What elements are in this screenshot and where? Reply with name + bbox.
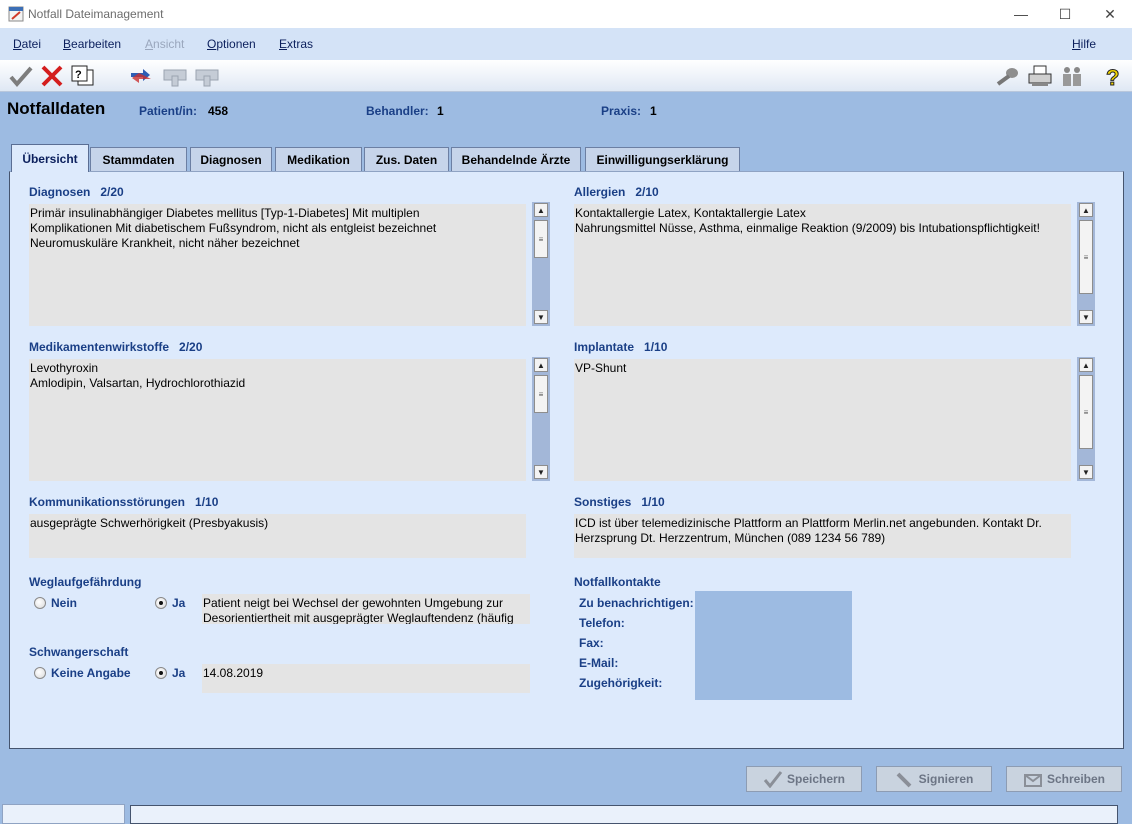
weglauf-label: Weglaufgefährdung <box>29 575 142 589</box>
implantate-label: Implantate 1/10 <box>574 340 668 354</box>
scroll-up-icon[interactable]: ▲ <box>1079 203 1093 217</box>
contact-notify-label: Zu benachrichtigen: <box>579 596 694 610</box>
transfer-icon[interactable] <box>128 64 154 88</box>
scroll-down-icon[interactable]: ▼ <box>1079 465 1093 479</box>
implantate-scrollbar[interactable]: ▲ ≡ ▼ <box>1077 357 1095 481</box>
sonstiges-label: Sonstiges 1/10 <box>574 495 665 509</box>
allergien-scrollbar[interactable]: ▲ ≡ ▼ <box>1077 202 1095 326</box>
scroll-up-icon[interactable]: ▲ <box>1079 358 1093 372</box>
wrench-icon[interactable] <box>995 64 1021 88</box>
tab-zus-daten[interactable]: Zus. Daten <box>364 147 449 171</box>
people-icon[interactable] <box>1059 64 1085 88</box>
close-button[interactable]: ✕ <box>1087 0 1132 28</box>
tab-medikation[interactable]: Medikation <box>275 147 362 171</box>
menu-optionen[interactable]: Optionen <box>207 37 256 51</box>
tab-stammdaten[interactable]: Stammdaten <box>90 147 187 171</box>
help-document-icon[interactable]: ? <box>70 64 96 88</box>
card-icon[interactable] <box>194 64 220 88</box>
kommunikation-label: Kommunikationsstörungen 1/10 <box>29 495 219 509</box>
menu-datei[interactable]: Datei <box>13 37 41 51</box>
status-bar-main <box>130 805 1118 824</box>
praxis-label: Praxis: <box>601 104 642 118</box>
scroll-up-icon[interactable]: ▲ <box>534 203 548 217</box>
minimize-button[interactable]: — <box>998 0 1044 28</box>
schwangerschaft-ja-label[interactable]: Ja <box>172 666 185 680</box>
scroll-thumb[interactable]: ≡ <box>534 220 548 258</box>
question-icon[interactable]: ? <box>1100 64 1126 89</box>
tab-diagnosen[interactable]: Diagnosen <box>190 147 272 171</box>
svg-text:?: ? <box>1106 65 1119 88</box>
medikamente-textarea[interactable]: Levothyroxin Amlodipin, Valsartan, Hydro… <box>29 359 526 481</box>
app-icon <box>8 6 24 22</box>
schwangerschaft-keine-label[interactable]: Keine Angabe <box>51 666 131 680</box>
scroll-thumb[interactable]: ≡ <box>1079 220 1093 294</box>
patient-value: 458 <box>208 104 229 118</box>
sign-button-label: Signieren <box>918 772 974 786</box>
medikamente-label: Medikamentenwirkstoffe 2/20 <box>29 340 203 354</box>
notfallkontakte-label: Notfallkontakte <box>574 575 661 589</box>
weglauf-ja-radio[interactable] <box>155 597 167 609</box>
status-bar-left <box>2 804 125 824</box>
patient-label: Patient/in: <box>139 104 198 118</box>
contact-affiliation-label: Zugehörigkeit: <box>579 676 663 690</box>
menu-bearbeiten[interactable]: Bearbeiten <box>63 37 121 51</box>
pen-icon <box>896 772 912 788</box>
contact-phone-label: Telefon: <box>579 616 625 630</box>
scroll-down-icon[interactable]: ▼ <box>534 310 548 324</box>
contact-details-box[interactable] <box>695 591 852 700</box>
behandler-label: Behandler: <box>366 104 429 118</box>
scroll-thumb[interactable]: ≡ <box>534 375 548 413</box>
schwangerschaft-keine-radio[interactable] <box>34 667 46 679</box>
sign-button[interactable]: Signieren <box>876 766 992 792</box>
menu-ansicht[interactable]: Ansicht <box>145 37 184 51</box>
page-title: Notfalldaten <box>7 99 106 118</box>
menu-hilfe[interactable]: Hilfe <box>1072 37 1096 51</box>
diagnosen-label: Diagnosen 2/20 <box>29 185 124 199</box>
write-button[interactable]: Schreiben <box>1006 766 1122 792</box>
sonstiges-textarea[interactable]: ICD ist über telemedizinische Plattform … <box>574 514 1071 558</box>
schwangerschaft-ja-radio[interactable] <box>155 667 167 679</box>
behandler-value: 1 <box>437 104 444 118</box>
write-button-label: Schreiben <box>1046 772 1106 786</box>
weglauf-nein-label[interactable]: Nein <box>51 596 77 610</box>
save-button[interactable]: Speichern <box>746 766 862 792</box>
scroll-thumb[interactable]: ≡ <box>1079 375 1093 449</box>
printer-icon[interactable] <box>1027 64 1053 88</box>
allergien-label: Allergien 2/10 <box>574 185 659 199</box>
medikamente-scrollbar[interactable]: ▲ ≡ ▼ <box>532 357 550 481</box>
kommunikation-textarea[interactable]: ausgeprägte Schwerhörigkeit (Presbyakusi… <box>29 514 526 558</box>
implantate-textarea[interactable]: VP-Shunt <box>574 359 1071 481</box>
weglauf-textarea[interactable]: Patient neigt bei Wechsel der gewohnten … <box>202 594 530 624</box>
checkmark-icon[interactable] <box>8 64 34 88</box>
tab-uebersicht[interactable]: Übersicht <box>11 144 89 172</box>
allergien-textarea[interactable]: Kontaktallergie Latex, Kontaktallergie L… <box>574 204 1071 326</box>
envelope-icon <box>1023 774 1042 787</box>
tab-einwilligungserklaerung[interactable]: Einwilligungserklärung <box>585 147 740 171</box>
praxis-value: 1 <box>650 104 657 118</box>
scroll-down-icon[interactable]: ▼ <box>1079 310 1093 324</box>
window-title: Notfall Dateimanagement <box>28 7 164 21</box>
schwangerschaft-label: Schwangerschaft <box>29 645 129 659</box>
scroll-up-icon[interactable]: ▲ <box>534 358 548 372</box>
checkmark-icon <box>763 771 783 788</box>
contact-email-label: E-Mail: <box>579 656 619 670</box>
contact-fax-label: Fax: <box>579 636 604 650</box>
title-bar: Notfall Dateimanagement — ☐ ✕ <box>0 0 1132 28</box>
svg-text:?: ? <box>75 69 82 81</box>
weglauf-ja-label[interactable]: Ja <box>172 596 185 610</box>
diagnosen-textarea[interactable]: Primär insulinabhängiger Diabetes mellit… <box>29 204 526 326</box>
tab-behandelnde-aerzte[interactable]: Behandelnde Ärzte <box>451 147 581 171</box>
schwangerschaft-date-field[interactable]: 14.08.2019 <box>202 664 530 693</box>
red-x-icon[interactable] <box>39 64 65 88</box>
weglauf-nein-radio[interactable] <box>34 597 46 609</box>
diagnosen-scrollbar[interactable]: ▲ ≡ ▼ <box>532 202 550 326</box>
menu-extras[interactable]: Extras <box>279 37 313 51</box>
toolbar: ? ? <box>0 60 1132 92</box>
scroll-down-icon[interactable]: ▼ <box>534 465 548 479</box>
save-button-label: Speichern <box>786 772 846 786</box>
title-card-icon[interactable] <box>162 64 188 88</box>
maximize-button[interactable]: ☐ <box>1042 0 1088 28</box>
menu-bar: Datei Bearbeiten Ansicht Optionen Extras… <box>0 28 1132 60</box>
page-header: Notfalldaten Patient/in: 458 Behandler: … <box>0 92 1132 132</box>
